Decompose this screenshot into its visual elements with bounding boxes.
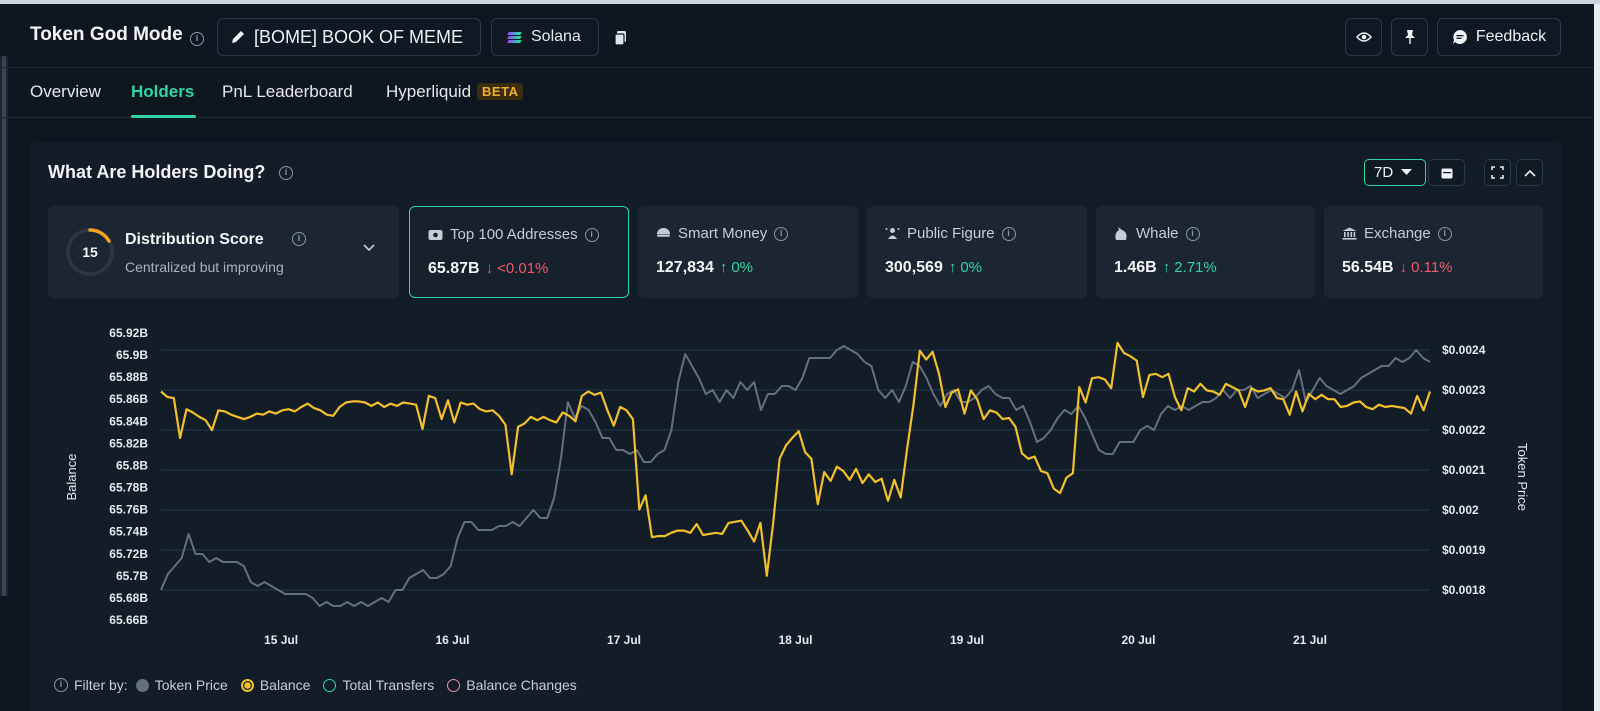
legend-label: Balance Changes bbox=[466, 677, 577, 693]
legend-item-total-transfers[interactable]: Total Transfers bbox=[323, 677, 434, 693]
right-axis-tick: $0.0023 bbox=[1442, 383, 1486, 397]
left-axis-tick: 65.76B bbox=[109, 503, 148, 517]
left-axis-tick: 65.92B bbox=[109, 326, 148, 340]
circle-icon bbox=[323, 678, 337, 692]
x-axis-tick: 16 Jul bbox=[436, 633, 470, 647]
legend-label: Token Price bbox=[154, 677, 228, 693]
left-axis-tick: 65.9B bbox=[116, 348, 148, 362]
left-axis-tick: 65.74B bbox=[109, 525, 148, 539]
left-axis-tick: 65.72B bbox=[109, 547, 148, 561]
left-axis-tick: 65.88B bbox=[109, 370, 148, 384]
right-axis-tick: $0.0019 bbox=[1442, 543, 1486, 557]
left-axis-tick: 65.8B bbox=[116, 458, 148, 472]
circle-icon bbox=[447, 678, 461, 692]
x-axis-tick: 20 Jul bbox=[1121, 633, 1155, 647]
left-axis-tick: 65.84B bbox=[109, 414, 148, 428]
left-axis-title: Balance bbox=[64, 454, 79, 501]
right-axis-tick: $0.0021 bbox=[1442, 463, 1486, 477]
left-axis-tick: 65.86B bbox=[109, 392, 148, 406]
legend-label: Balance bbox=[259, 677, 311, 693]
right-axis-tick: $0.0022 bbox=[1442, 423, 1486, 437]
right-axis-tick: $0.0024 bbox=[1442, 343, 1486, 357]
x-axis-tick: 15 Jul bbox=[264, 633, 298, 647]
token-price-line bbox=[160, 345, 1431, 607]
legend-label: Total Transfers bbox=[342, 677, 435, 693]
holders-chart[interactable]: 65.92B 65.9B 65.88B 65.86B 65.84B 65.82B 65.8B… bbox=[0, 0, 1594, 670]
right-axis-title: Token Price bbox=[1515, 443, 1530, 511]
left-axis-tick: 65.78B bbox=[109, 481, 148, 495]
right-axis-tick: $0.002 bbox=[1442, 503, 1479, 517]
x-axis-tick: 19 Jul bbox=[950, 633, 984, 647]
left-axis-tick: 65.82B bbox=[109, 436, 148, 450]
legend-item-balance-changes[interactable]: Balance Changes bbox=[447, 677, 577, 693]
chart-legend: i Filter by: Token Price Balance Total T… bbox=[54, 677, 590, 693]
circle-icon bbox=[135, 678, 149, 692]
x-axis-tick: 18 Jul bbox=[778, 633, 812, 647]
legend-item-token-price[interactable]: Token Price bbox=[135, 677, 228, 693]
left-axis-tick: 65.7B bbox=[116, 569, 148, 583]
info-icon[interactable]: i bbox=[54, 678, 68, 692]
x-axis-tick: 21 Jul bbox=[1293, 633, 1327, 647]
right-axis-tick: $0.0018 bbox=[1442, 583, 1486, 597]
balance-line bbox=[160, 341, 1432, 577]
filter-label: Filter by: bbox=[74, 677, 128, 693]
circle-icon bbox=[240, 678, 254, 692]
x-axis-tick: 17 Jul bbox=[607, 633, 641, 647]
left-axis-tick: 65.68B bbox=[109, 591, 148, 605]
legend-item-balance[interactable]: Balance bbox=[240, 677, 311, 693]
left-axis-tick: 65.66B bbox=[109, 613, 148, 627]
right-scrollbar[interactable] bbox=[1594, 4, 1600, 711]
